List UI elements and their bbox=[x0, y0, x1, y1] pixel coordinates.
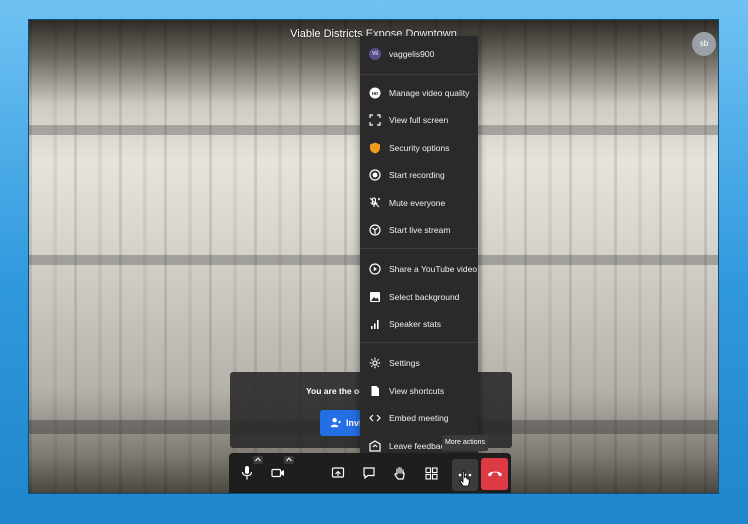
menu-item-view-full-screen[interactable]: View full screen bbox=[360, 106, 478, 133]
hangup-icon bbox=[487, 471, 502, 477]
record-icon bbox=[369, 168, 381, 181]
hd-icon: HD bbox=[369, 87, 381, 99]
raise-hand-button[interactable] bbox=[388, 461, 412, 485]
menu-item-settings[interactable]: Settings bbox=[360, 349, 478, 376]
menu-divider bbox=[360, 248, 478, 249]
menu-item-speaker-stats[interactable]: Speaker stats bbox=[360, 310, 478, 337]
menu-item-label: Start recording bbox=[389, 169, 445, 180]
hand-cursor-icon bbox=[459, 471, 470, 487]
feedback-icon bbox=[369, 439, 381, 452]
menu-divider bbox=[360, 74, 478, 75]
menu-item-profile[interactable]: V9 vaggelis900 bbox=[360, 40, 478, 67]
tile-view-icon bbox=[424, 466, 438, 480]
menu-item-manage-video-quality[interactable]: HD Manage video quality bbox=[360, 79, 478, 106]
shield-icon bbox=[369, 142, 381, 154]
menu-item-label: Share a YouTube video bbox=[389, 263, 478, 274]
menu-item-embed-meeting[interactable]: Embed meeting bbox=[360, 404, 478, 431]
avatar[interactable]: sb bbox=[692, 32, 716, 56]
user-avatar: V9 bbox=[369, 47, 381, 60]
menu-item-label: Settings bbox=[389, 357, 420, 368]
play-circle-icon bbox=[369, 262, 381, 275]
more-actions-tooltip: More actions bbox=[442, 435, 488, 451]
menu-item-start-live-stream[interactable]: Start live stream bbox=[360, 216, 478, 243]
menu-item-label: Manage video quality bbox=[389, 87, 470, 98]
svg-text:HD: HD bbox=[372, 90, 379, 95]
menu-item-share-youtube-video[interactable]: Share a YouTube video bbox=[360, 255, 478, 282]
code-icon bbox=[369, 412, 381, 424]
camera-button[interactable] bbox=[266, 461, 290, 485]
menu-item-label: Embed meeting bbox=[389, 412, 449, 423]
microphone-button[interactable] bbox=[235, 461, 259, 485]
share-screen-icon bbox=[331, 467, 345, 478]
share-screen-button[interactable] bbox=[326, 461, 350, 485]
menu-item-security-options[interactable]: Security options bbox=[360, 134, 478, 161]
gear-icon bbox=[369, 357, 381, 369]
meeting-window: Viable Districts Expose Downtown sb You … bbox=[29, 20, 718, 493]
chat-button[interactable] bbox=[357, 461, 381, 485]
menu-item-select-background[interactable]: Select background bbox=[360, 283, 478, 310]
document-icon bbox=[369, 385, 381, 397]
microphone-icon bbox=[241, 466, 253, 480]
menu-divider bbox=[360, 342, 478, 343]
stats-icon bbox=[369, 318, 381, 330]
menu-item-label: Security options bbox=[389, 142, 450, 153]
menu-item-view-shortcuts[interactable]: View shortcuts bbox=[360, 377, 478, 404]
fullscreen-icon bbox=[369, 113, 381, 126]
hangup-button[interactable] bbox=[481, 458, 508, 490]
raise-hand-icon bbox=[394, 466, 405, 480]
menu-item-label: Start live stream bbox=[389, 224, 451, 235]
more-actions-menu: V9 vaggelis900 HD Manage video quality V… bbox=[360, 36, 478, 453]
invite-person-icon bbox=[330, 418, 341, 428]
live-stream-icon bbox=[369, 223, 381, 236]
tile-view-button[interactable] bbox=[419, 461, 443, 485]
menu-item-label: View full screen bbox=[389, 114, 449, 125]
menu-item-label: Mute everyone bbox=[389, 197, 446, 208]
mute-everyone-icon bbox=[369, 196, 381, 209]
chat-icon bbox=[363, 467, 375, 480]
menu-item-label: Leave feedback bbox=[389, 440, 450, 451]
menu-item-start-recording[interactable]: Start recording bbox=[360, 161, 478, 188]
menu-item-label: Select background bbox=[389, 291, 460, 302]
menu-item-mute-everyone[interactable]: Mute everyone bbox=[360, 189, 478, 216]
menu-item-label: vaggelis900 bbox=[389, 48, 435, 59]
camera-icon bbox=[271, 468, 284, 478]
background-icon bbox=[369, 291, 381, 303]
menu-item-label: View shortcuts bbox=[389, 385, 445, 396]
menu-item-label: Speaker stats bbox=[389, 318, 441, 329]
notice-text: You are the on bbox=[306, 386, 365, 396]
